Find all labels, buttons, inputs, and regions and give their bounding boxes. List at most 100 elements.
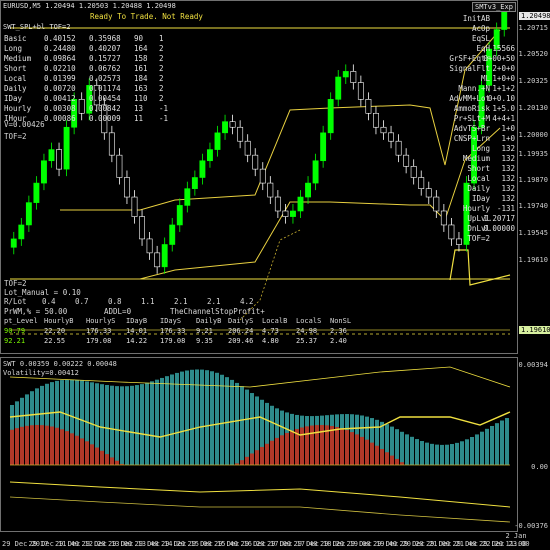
- oscillator-axis-label: 0.00394: [518, 361, 548, 369]
- candle-body: [320, 132, 327, 162]
- histogram-bar-red: [10, 429, 14, 465]
- level-table-cell: 92.21: [4, 337, 26, 345]
- tof-label-bottom: TOF=2: [4, 279, 27, 288]
- candle-body: [10, 238, 17, 248]
- candle-body: [501, 9, 508, 30]
- histogram-bar-teal: [420, 441, 424, 465]
- level-table-cell: 90.79: [4, 327, 26, 335]
- histogram-bar-teal: [195, 369, 199, 465]
- left-stat-a: 0.00720: [44, 84, 76, 93]
- left-stat-b: 0.02573: [89, 74, 121, 83]
- histogram-bar-teal: [240, 386, 244, 465]
- left-stat-a: 0.09864: [44, 54, 76, 63]
- histogram-bar-red: [255, 450, 259, 465]
- left-stat-a: 0.02210: [44, 64, 76, 73]
- left-stat-c: 184: [134, 74, 148, 83]
- left-stat-b: 0.00009: [89, 114, 121, 123]
- histogram-bar-teal: [495, 423, 499, 465]
- histogram-bar-teal: [140, 384, 144, 465]
- price-axis-label: 1.20000: [518, 131, 548, 139]
- right-stat-label: AdvTS+Br: [453, 124, 490, 133]
- volatility-label: Volatility=0.00412: [3, 369, 79, 377]
- level-table-cell: 179.08: [160, 337, 186, 345]
- price-axis-label: 1.20325: [518, 77, 548, 85]
- histogram-bar-red: [330, 425, 334, 465]
- histogram-bar-teal: [470, 436, 474, 465]
- right-stat-value: 132: [501, 154, 515, 163]
- candle-body: [357, 82, 364, 100]
- rl-value: 4.2: [240, 297, 254, 306]
- level-table-cell: 14.01: [126, 327, 148, 335]
- price-axis-label: 1.19545: [518, 229, 548, 237]
- left-stat-c: 13: [134, 104, 144, 113]
- histogram-bar-teal: [170, 374, 174, 465]
- left-stat-b: 0.01174: [89, 84, 121, 93]
- candle-body: [18, 224, 25, 240]
- histogram-bar-teal: [155, 379, 159, 465]
- candle-body: [350, 71, 357, 83]
- oscillator-svg[interactable]: [0, 357, 518, 532]
- histogram-bar-teal: [110, 385, 114, 465]
- histogram-bar-teal: [190, 369, 194, 465]
- left-stat-d: 2: [159, 64, 164, 73]
- candle-body: [395, 140, 402, 156]
- histogram-bar-teal: [405, 434, 409, 465]
- level-table-header: IDayS: [160, 317, 182, 325]
- right-stat-value: 0+0.10: [487, 94, 515, 103]
- candle-body: [124, 177, 130, 198]
- candle-body: [139, 216, 145, 240]
- candle-body: [259, 168, 266, 184]
- right-stat-label: Long: [471, 144, 490, 153]
- candle-body: [410, 166, 417, 178]
- candle-body: [199, 160, 206, 178]
- histogram-bar-red: [400, 462, 404, 465]
- histogram-bar-red: [75, 435, 79, 465]
- histogram-bar-red: [95, 447, 99, 465]
- level-table-cell: 4.80: [262, 337, 279, 345]
- level-table-cell: 4.73: [262, 327, 279, 335]
- histogram-bar-teal: [165, 376, 169, 465]
- candle-body: [252, 154, 259, 170]
- candle-body: [169, 224, 176, 245]
- level-table-header: LocalB: [262, 317, 288, 325]
- histogram-bar-red: [350, 432, 354, 465]
- candle-body: [56, 149, 62, 170]
- histogram-bar-red: [65, 431, 69, 465]
- left-stat-a: 0.24480: [44, 44, 76, 53]
- histogram-bar-teal: [175, 372, 179, 465]
- histogram-bar-red: [70, 433, 74, 465]
- level-table-header: HourlyB: [44, 317, 74, 325]
- tof-label-top: TOF=2: [4, 132, 27, 141]
- level-table-cell: 176.33: [160, 327, 186, 335]
- histogram-bar-red: [45, 425, 49, 465]
- histogram-bar-teal: [415, 439, 419, 465]
- histogram-bar-teal: [135, 385, 139, 465]
- indicator-tab[interactable]: SMTv3_Exp: [472, 2, 516, 12]
- left-stat-a: 0.00308: [44, 104, 76, 113]
- right-stat-value: 15566: [492, 44, 515, 53]
- histogram-bar-teal: [205, 370, 209, 465]
- histogram-bar-teal: [200, 369, 204, 465]
- right-stat-label: ML: [480, 74, 490, 83]
- candle-body: [184, 188, 191, 206]
- histogram-bar-red: [240, 460, 244, 465]
- candle-body: [312, 160, 319, 184]
- histogram-bar-red: [285, 432, 289, 465]
- histogram-bar-red: [340, 428, 344, 465]
- candle-body: [305, 182, 311, 198]
- histogram-bar-red: [80, 438, 84, 465]
- histogram-bar-red: [60, 429, 64, 465]
- price-axis-label: 1.19610: [518, 256, 548, 264]
- left-stat-c: 164: [134, 44, 148, 53]
- channel-label: TheChannelStopProfit+: [170, 307, 265, 316]
- histogram-bar-red: [20, 426, 24, 465]
- candle-body: [222, 121, 228, 134]
- histogram-bar-teal: [475, 434, 479, 465]
- level-table-cell: 14.22: [126, 337, 148, 345]
- candle-body: [131, 196, 138, 217]
- histogram-bar-red: [270, 440, 274, 465]
- left-stat-label: Hourly: [4, 104, 32, 113]
- candle-body: [297, 196, 304, 212]
- histogram-bar-teal: [425, 442, 429, 465]
- right-stat-label: AmmoRisk: [453, 104, 490, 113]
